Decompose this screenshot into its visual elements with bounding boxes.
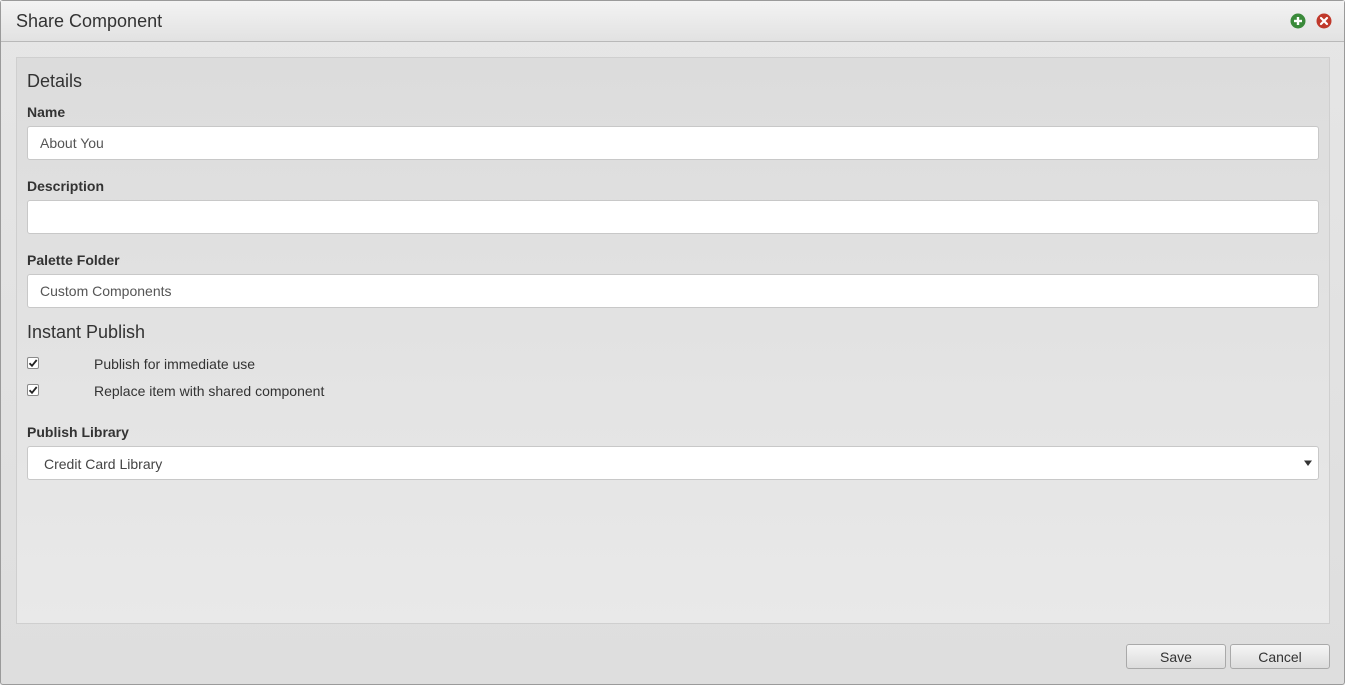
dialog-titlebar: Share Component xyxy=(1,1,1344,42)
name-input[interactable] xyxy=(27,126,1319,160)
publish-library-value: Credit Card Library xyxy=(44,456,163,472)
publish-immediate-checkbox[interactable] xyxy=(27,357,39,369)
details-heading: Details xyxy=(27,71,83,91)
publish-library-select[interactable]: Credit Card Library xyxy=(27,446,1319,480)
publish-immediate-option: Publish for immediate use xyxy=(27,356,427,374)
replace-item-label: Replace item with shared component xyxy=(94,383,325,399)
save-button[interactable]: Save xyxy=(1126,644,1226,669)
instant-publish-heading: Instant Publish xyxy=(27,322,146,342)
dialog-title: Share Component xyxy=(16,11,163,31)
details-panel: Details Name Description Palette Folder … xyxy=(16,57,1330,624)
description-label: Description xyxy=(27,178,105,194)
name-label: Name xyxy=(27,104,66,120)
description-input[interactable] xyxy=(27,200,1319,234)
chevron-down-icon xyxy=(1304,460,1312,466)
palette-folder-input[interactable] xyxy=(27,274,1319,308)
close-circle-icon[interactable] xyxy=(1316,13,1332,29)
publish-immediate-label: Publish for immediate use xyxy=(94,356,256,372)
palette-folder-label: Palette Folder xyxy=(27,252,120,268)
add-circle-icon[interactable] xyxy=(1290,13,1306,29)
publish-library-label: Publish Library xyxy=(27,424,129,440)
replace-item-checkbox[interactable] xyxy=(27,384,39,396)
cancel-button[interactable]: Cancel xyxy=(1230,644,1330,669)
replace-item-option: Replace item with shared component xyxy=(27,383,427,401)
share-component-dialog: Share Component Details Name Description… xyxy=(0,0,1345,685)
